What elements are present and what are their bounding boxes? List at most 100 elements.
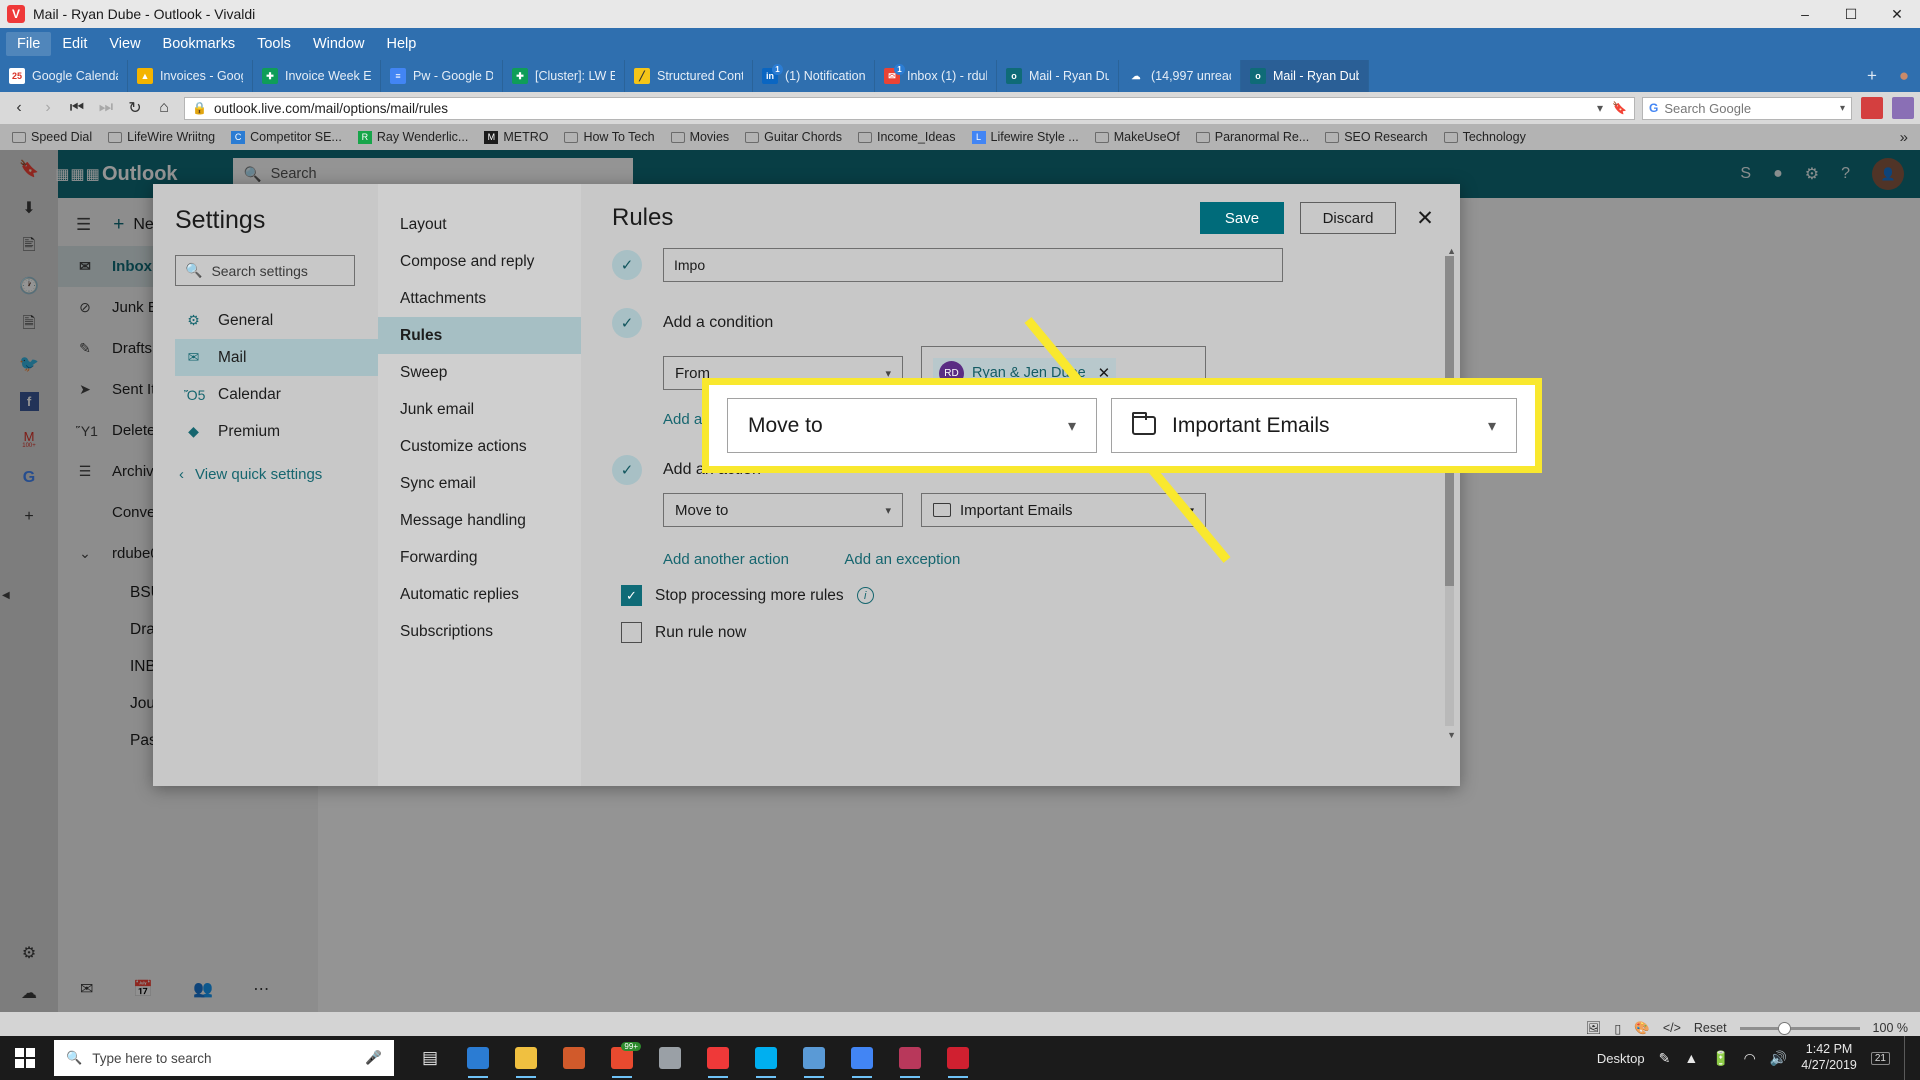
taskbar-clock[interactable]: 1:42 PM 4/27/2019 — [1801, 1042, 1857, 1073]
add-another-action-link[interactable]: Add another action — [663, 551, 789, 568]
settings-category-calendar[interactable]: Ὄ5 Calendar — [175, 376, 378, 413]
settings-subsection-subscriptions[interactable]: Subscriptions — [378, 613, 581, 650]
bookmarks-overflow-button[interactable]: » — [1900, 129, 1916, 146]
browser-tab[interactable]: ✚ Invoice Week Endi — [253, 60, 381, 92]
bookmark-item[interactable]: Movies — [663, 130, 738, 144]
bookmark-item[interactable]: MakeUseOf — [1087, 130, 1188, 144]
chevron-down-icon[interactable]: ▾ — [1597, 101, 1603, 115]
profile-avatar-icon[interactable]: ● — [1888, 60, 1920, 92]
battery-icon[interactable]: 🔋 — [1712, 1050, 1729, 1067]
show-desktop-button[interactable] — [1904, 1036, 1912, 1080]
checkbox-row[interactable]: Run rule now — [621, 622, 1460, 643]
browser-tab[interactable]: o Mail - Ryan Dube — [1241, 60, 1369, 92]
settings-subsection-layout[interactable]: Layout — [378, 206, 581, 243]
photos-icon[interactable] — [792, 1036, 836, 1080]
thunderbird-icon[interactable] — [888, 1036, 932, 1080]
zoom-reset-label[interactable]: Reset — [1694, 1021, 1727, 1035]
settings-subsection-rules[interactable]: Rules — [378, 317, 581, 354]
browser-tab[interactable]: ≡ Pw - Google Docs — [381, 60, 503, 92]
rewind-button[interactable]: ⏮ — [64, 95, 90, 121]
bookmark-item[interactable]: How To Tech — [556, 130, 662, 144]
zoom-slider[interactable] — [1739, 1021, 1860, 1035]
bookmark-item[interactable]: L Lifewire Style ... — [964, 130, 1087, 144]
browser-tab[interactable]: in1(1) Notifications | — [753, 60, 875, 92]
bookmark-icon[interactable]: 🔖 — [1612, 101, 1627, 115]
action-type-select[interactable]: Move to ▾ — [663, 493, 903, 527]
url-bar[interactable]: 🔒 outlook.live.com/mail/options/mail/rul… — [184, 96, 1635, 120]
pen-icon[interactable]: ✎ — [1659, 1050, 1671, 1067]
bookmark-item[interactable]: C Competitor SE... — [223, 130, 350, 144]
volume-icon[interactable]: 🔊 — [1770, 1050, 1787, 1067]
extension-icon-2[interactable] — [1892, 97, 1914, 119]
discard-button[interactable]: Discard — [1300, 202, 1396, 234]
menu-window[interactable]: Window — [302, 32, 376, 56]
info-icon[interactable]: i — [856, 587, 874, 604]
zoom-slider-knob[interactable] — [1777, 1021, 1791, 1035]
bookmark-item[interactable]: Paranormal Re... — [1188, 130, 1317, 144]
chevron-down-icon[interactable]: ▾ — [1840, 103, 1845, 114]
file-explorer-icon[interactable] — [504, 1036, 548, 1080]
microphone-icon[interactable]: 🎤 — [365, 1050, 382, 1066]
settings-subsection-junk-email[interactable]: Junk email — [378, 391, 581, 428]
settings-category-general[interactable]: ⚙ General — [175, 302, 378, 339]
forward-button[interactable]: › — [35, 95, 61, 121]
menu-view[interactable]: View — [98, 32, 151, 56]
close-button[interactable]: ✕ — [1874, 0, 1920, 28]
developer-tools-icon[interactable]: </> — [1663, 1021, 1681, 1035]
chevron-up-icon[interactable]: ▲ — [1684, 1050, 1698, 1066]
bookmark-item[interactable]: LifeWire Wriitng — [100, 130, 223, 144]
view-quick-settings-link[interactable]: ‹ View quick settings — [175, 466, 360, 483]
action-folder-select[interactable]: Important Emails ▾ — [921, 493, 1206, 527]
save-button[interactable]: Save — [1200, 202, 1284, 234]
filezilla-icon[interactable] — [936, 1036, 980, 1080]
checkbox-row[interactable]: ✓ Stop processing more rules i — [621, 585, 1460, 606]
reload-button[interactable]: ↻ — [122, 95, 148, 121]
browser-tab[interactable]: ☁ (14,997 unread) - — [1119, 60, 1241, 92]
task-view-icon[interactable]: ▤ — [408, 1036, 452, 1080]
new-tab-button[interactable]: + — [1856, 60, 1888, 92]
page-actions-icon[interactable]: 🎨 — [1634, 1021, 1650, 1036]
fastforward-button[interactable]: ⏭ — [93, 95, 119, 121]
menu-bookmarks[interactable]: Bookmarks — [152, 32, 247, 56]
settings-category-mail[interactable]: ✉ Mail — [175, 339, 378, 376]
notification-count-badge[interactable]: 21 — [1870, 1051, 1890, 1065]
settings-subsection-sync-email[interactable]: Sync email — [378, 465, 581, 502]
browser-tab[interactable]: ╱ Structured Conten — [625, 60, 753, 92]
browser-tab[interactable]: ✉1Inbox (1) - rdube0 — [875, 60, 997, 92]
add-exception-link[interactable]: Add an exception — [844, 551, 960, 568]
callout-action-select[interactable]: Move to ▾ — [727, 398, 1097, 453]
taskbar-search-input[interactable]: 🔍 Type here to search 🎤 — [54, 1040, 394, 1076]
browser-tab[interactable]: ▲ Invoices - Google — [128, 60, 253, 92]
bookmark-item[interactable]: Speed Dial — [4, 130, 100, 144]
start-button[interactable] — [0, 1036, 50, 1080]
scroll-down-arrow-icon[interactable]: ▼ — [1447, 730, 1456, 740]
browser-tab[interactable]: o Mail - Ryan Dube - — [997, 60, 1119, 92]
extension-icon-1[interactable] — [1861, 97, 1883, 119]
search-bar[interactable]: G Search Google ▾ — [1642, 96, 1852, 120]
settings-subsection-compose-and-reply[interactable]: Compose and reply — [378, 243, 581, 280]
edge-icon[interactable] — [456, 1036, 500, 1080]
settings-subsection-forwarding[interactable]: Forwarding — [378, 539, 581, 576]
bookmark-item[interactable]: M METRO — [476, 130, 556, 144]
back-button[interactable]: ‹ — [6, 95, 32, 121]
close-icon[interactable]: ✕ — [1412, 206, 1438, 231]
scroll-up-arrow-icon[interactable]: ▲ — [1447, 246, 1456, 256]
vivaldi-icon[interactable] — [696, 1036, 740, 1080]
bookmark-item[interactable]: SEO Research — [1317, 130, 1435, 144]
tiling-icon[interactable]: ▯ — [1614, 1021, 1621, 1036]
settings-subsection-automatic-replies[interactable]: Automatic replies — [378, 576, 581, 613]
checkbox[interactable] — [621, 622, 642, 643]
menu-file[interactable]: File — [6, 32, 52, 56]
settings-search-input[interactable]: 🔍 Search settings — [175, 255, 355, 286]
settings-category-premium[interactable]: ◆ Premium — [175, 413, 378, 450]
browser-tab[interactable]: 25 Google Calendar - — [0, 60, 128, 92]
skype-icon[interactable] — [744, 1036, 788, 1080]
speed-icon[interactable]: 99+ — [600, 1036, 644, 1080]
settings-subsection-message-handling[interactable]: Message handling — [378, 502, 581, 539]
menu-tools[interactable]: Tools — [246, 32, 302, 56]
menu-help[interactable]: Help — [376, 32, 428, 56]
settings-subsection-customize-actions[interactable]: Customize actions — [378, 428, 581, 465]
bookmark-item[interactable]: Technology — [1436, 130, 1534, 144]
store-icon[interactable] — [552, 1036, 596, 1080]
chrome-icon[interactable] — [840, 1036, 884, 1080]
